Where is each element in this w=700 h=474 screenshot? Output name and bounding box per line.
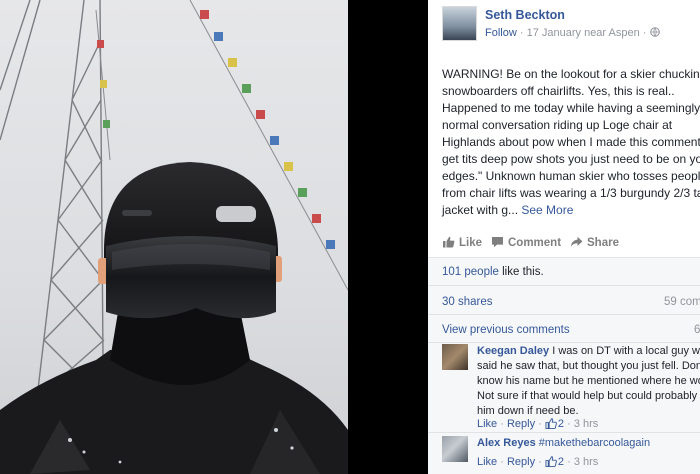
comment-reply-link[interactable]: Reply xyxy=(507,456,535,468)
divider xyxy=(428,432,700,433)
post-text-line: Highlands about pow when I made this com… xyxy=(442,135,700,149)
likes-link[interactable]: 101 people xyxy=(442,266,499,278)
comments-count[interactable]: 59 comm xyxy=(664,296,700,308)
see-more-link[interactable]: See More xyxy=(521,203,573,217)
comment-body: Alex Reyes #makethebarcoolagain xyxy=(477,436,700,451)
divider xyxy=(428,285,700,286)
author-name[interactable]: Seth Beckton xyxy=(485,8,565,22)
dot: · xyxy=(567,418,574,430)
post-text-line: get tits deep pow shots you just need to… xyxy=(442,152,700,166)
comment-actions: Like · Reply · 2 · 3 hrs xyxy=(477,456,598,468)
comment-actions: Like · Reply · 2 · 3 hrs xyxy=(477,418,598,430)
comment-time[interactable]: 3 hrs xyxy=(574,456,598,468)
comment-time[interactable]: 3 hrs xyxy=(574,418,598,430)
comment-hashtag[interactable]: #makethebarcoolagain xyxy=(536,437,650,449)
share-icon xyxy=(570,236,583,247)
post-text-line: Happened to me today while having a seem… xyxy=(442,101,700,115)
author-avatar[interactable] xyxy=(442,6,477,41)
post-text-line: from chair lifts was wearing a 1/3 burgu… xyxy=(442,186,700,200)
share-button[interactable]: Share xyxy=(570,236,619,249)
shares-row: 30 shares 59 comm xyxy=(442,296,700,308)
dot: · xyxy=(538,418,545,430)
thumbs-up-icon xyxy=(443,236,455,248)
post-photo[interactable] xyxy=(0,0,428,474)
follow-link[interactable]: Follow xyxy=(485,27,517,39)
commenter-name[interactable]: Alex Reyes xyxy=(477,437,536,449)
dot: · xyxy=(500,418,507,430)
likes-summary: 101 people like this. xyxy=(442,266,544,278)
commenter-avatar[interactable] xyxy=(442,436,468,462)
post-text-last-line: jacket with g... See More xyxy=(442,202,700,219)
comment-reply-link[interactable]: Reply xyxy=(507,418,535,430)
comment-line: Keegan Daley I was on DT with a local gu… xyxy=(477,344,700,359)
share-label: Share xyxy=(587,237,619,249)
comment-label: Comment xyxy=(508,237,562,249)
dot: · xyxy=(567,456,574,468)
comment-button[interactable]: Comment xyxy=(491,236,561,249)
thumbs-up-icon xyxy=(545,456,557,467)
post-text-line: snowboarders off chairlifts. Yes, this i… xyxy=(442,84,675,98)
post-text-line: jacket with g... xyxy=(442,203,519,217)
like-label: Like xyxy=(459,237,483,249)
commenter-name[interactable]: Keegan Daley xyxy=(477,345,549,357)
comment-line: Not sure if that would help but could pr… xyxy=(477,390,700,402)
commenter-avatar[interactable] xyxy=(442,344,468,370)
thumbs-up-icon xyxy=(545,418,557,429)
like-button[interactable]: Like xyxy=(442,236,482,249)
comment-line: Alex Reyes #makethebarcoolagain xyxy=(477,436,700,451)
comment-icon xyxy=(492,237,503,248)
selfie-illustration xyxy=(0,0,348,474)
comment-line: him down if need be. xyxy=(477,405,579,417)
shares-link[interactable]: 30 shares xyxy=(442,296,493,308)
dot: · xyxy=(500,456,507,468)
post-text-line: normal conversation riding up Loge chair… xyxy=(442,118,673,132)
divider xyxy=(428,342,700,343)
post-text-line: WARNING! Be on the lookout for a skier c… xyxy=(442,67,700,81)
view-previous-row: View previous comments 6 xyxy=(442,324,700,336)
post-sidebar: Seth Beckton Follow · 17 January near As… xyxy=(428,0,700,474)
selfie-photo xyxy=(0,0,348,474)
post-text: WARNING! Be on the lookout for a skier c… xyxy=(442,66,700,219)
likes-suffix: like this. xyxy=(498,266,544,278)
post-text-line: edges." Unknown human skier who tosses p… xyxy=(442,169,700,183)
comment-like-count: 2 xyxy=(557,456,565,468)
comment-like-link[interactable]: Like xyxy=(477,456,497,468)
comment-line: know his name but he mentioned where he … xyxy=(477,375,700,387)
comment-like-count: 2 xyxy=(557,418,565,430)
divider xyxy=(428,314,700,315)
dot: · xyxy=(538,456,545,468)
comment-line: said he saw that, but thought you just f… xyxy=(477,360,700,372)
post-meta: Follow · 17 January near Aspen · xyxy=(485,27,660,39)
comment-body: Keegan Daley I was on DT with a local gu… xyxy=(477,344,700,419)
comment-likes[interactable]: 2 xyxy=(545,418,564,430)
helmet-vent xyxy=(216,206,256,222)
meta-dot: · xyxy=(519,27,527,39)
globe-icon[interactable] xyxy=(649,27,660,39)
post-timestamp[interactable]: 17 January near Aspen xyxy=(527,27,640,39)
view-previous-comments-link[interactable]: View previous comments xyxy=(442,324,570,336)
comment-likes[interactable]: 2 xyxy=(545,456,564,468)
previous-comments-count: 6 xyxy=(694,324,700,336)
comment-text: I was on DT with a local guy who xyxy=(549,345,700,357)
meta-dot: · xyxy=(642,27,650,39)
comment-like-link[interactable]: Like xyxy=(477,418,497,430)
